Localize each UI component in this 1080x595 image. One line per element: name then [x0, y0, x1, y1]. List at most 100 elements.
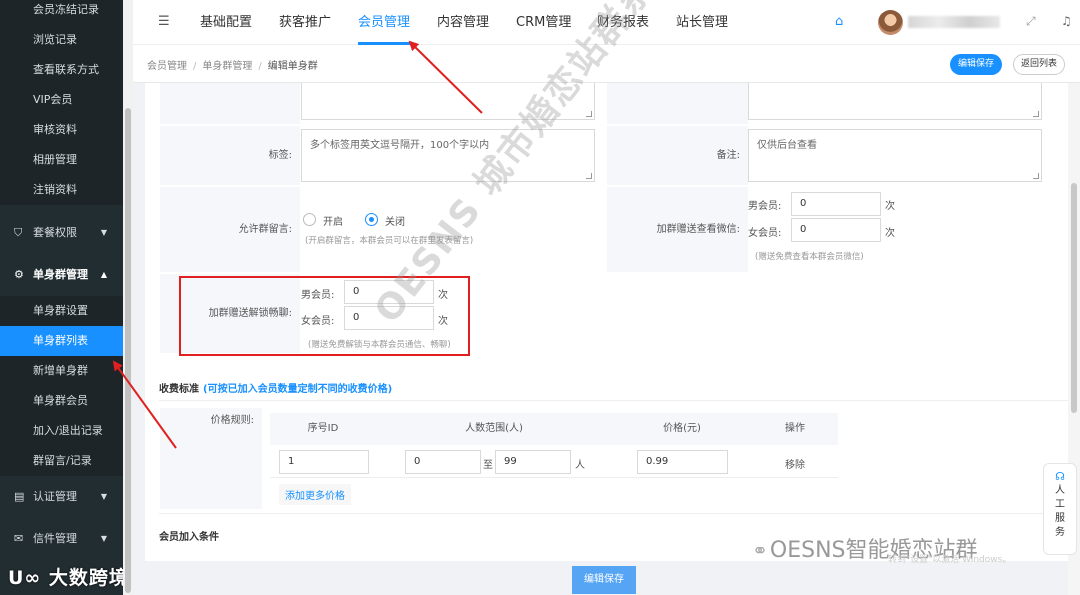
wechat-male-unit: 次 — [885, 201, 895, 212]
wechat-female-input[interactable]: 0 — [791, 218, 881, 242]
sidebar-group-package[interactable]: ⛉ 套餐权限 ▼ — [0, 212, 123, 254]
back-to-list-button[interactable]: 返回列表 — [1013, 54, 1066, 75]
shield-icon: ⛉ — [14, 226, 23, 239]
allow-msg-on-radio[interactable] — [303, 213, 316, 226]
sidebar-single-item-0[interactable]: 单身群设置 — [0, 296, 123, 326]
fee-divider — [159, 400, 1068, 401]
username-blurred[interactable] — [908, 16, 1000, 28]
price-row-max-input[interactable]: 99 — [495, 450, 571, 474]
sidebar-single-item-2[interactable]: 新增单身群 — [0, 356, 123, 386]
join-condition-title: 会员加入条件 — [159, 532, 219, 543]
price-col-action: 操作 — [752, 413, 838, 445]
price-col-range: 人数范围(人) — [376, 413, 612, 445]
sidebar-item-3[interactable]: VIP会员 — [0, 85, 123, 115]
sidebar-item-1[interactable]: 浏览记录 — [0, 25, 123, 55]
sidebar-item-0[interactable]: 会员冻结记录 — [0, 0, 123, 25]
chevron-down-icon: ▼ — [100, 228, 107, 237]
app-root: 会员冻结记录 浏览记录 查看联系方式 VIP会员 审核资料 相册管理 注销资料 ⛉ 套餐权限 … — [0, 0, 1080, 595]
headset-icon[interactable]: ♫ — [1061, 14, 1072, 28]
nav-tab-3[interactable]: 内容管理 — [437, 0, 489, 45]
fullscreen-icon[interactable]: ⤢ — [1026, 14, 1036, 29]
avatar[interactable] — [878, 10, 903, 35]
sidebar-group-mail[interactable]: ✉ 信件管理 ▼ — [0, 518, 123, 560]
allow-msg-off-radio[interactable] — [365, 213, 378, 226]
home-icon[interactable]: ⌂ — [835, 14, 843, 29]
top-navigation: ☰ 基础配置 获客推广 会员管理 内容管理 CRM管理 财务报表 站长管理 ⌂ ⤢ ♫ — [133, 0, 1080, 45]
loop-icon: ᑌ∞ — [8, 567, 42, 589]
menu-toggle-icon[interactable]: ☰ — [158, 14, 170, 29]
sidebar-item-4[interactable]: 审核资料 — [0, 115, 123, 145]
wechat-female-unit: 次 — [885, 228, 895, 239]
tags-textarea[interactable]: 多个标签用英文逗号隔开，100个字以内 — [301, 129, 595, 182]
customer-service-char: 人 — [1055, 485, 1065, 496]
save-button-top[interactable]: 编辑保存 — [950, 54, 1003, 75]
sidebar-item-5[interactable]: 相册管理 — [0, 145, 123, 175]
main-scrollbar-thumb[interactable] — [1071, 183, 1077, 413]
prev-textarea-left[interactable] — [301, 83, 595, 120]
bottom-action-bar: 编辑保存 — [133, 561, 1068, 595]
chevron-down-icon: ▼ — [100, 492, 107, 501]
prev-textarea-right[interactable] — [748, 83, 1042, 120]
sidebar-single-item-5[interactable]: 群留言/记录 — [0, 446, 123, 476]
wechat-male-label: 男会员: — [748, 201, 782, 212]
sidebar-item-6[interactable]: 注销资料 — [0, 175, 123, 205]
breadcrumb-level1[interactable]: 会员管理 — [147, 61, 187, 72]
wechat-female-label: 女会员: — [748, 228, 782, 239]
customer-service-widget[interactable]: ☊ 人工服务 — [1043, 463, 1077, 555]
brand-logo: ᑌ∞ 大数跨境 — [8, 567, 123, 589]
allow-msg-off-text: 关闭 — [385, 217, 405, 228]
nav-tab-1[interactable]: 获客推广 — [279, 0, 331, 45]
label-cell-prev-right — [607, 83, 748, 125]
nav-tab-6[interactable]: 站长管理 — [676, 0, 728, 45]
wechat-hint: (赠送免费查看本群会员微信) — [755, 252, 864, 262]
sidebar-scrollbar-thumb[interactable] — [125, 108, 131, 593]
breadcrumb-bar: 会员管理 / 单身群管理 / 编辑单身群 编辑保存 返回列表 — [133, 45, 1080, 83]
id-card-icon: ▤ — [14, 490, 25, 503]
nav-tab-4[interactable]: CRM管理 — [516, 0, 571, 45]
remark-placeholder: 仅供后台查看 — [757, 140, 817, 151]
breadcrumb-level2[interactable]: 单身群管理 — [202, 61, 252, 72]
price-row-to-text: 至 — [483, 460, 493, 471]
gear-icon: ⚙ — [14, 268, 24, 281]
highlight-box — [179, 276, 470, 356]
price-row-min-input[interactable]: 0 — [405, 450, 481, 474]
sidebar-single-item-3[interactable]: 单身群会员 — [0, 386, 123, 416]
fee-section-note: (可按已加入会员数量定制不同的收费价格) — [203, 384, 393, 395]
customer-service-char: 务 — [1055, 527, 1065, 538]
allow-msg-on-text: 开启 — [323, 217, 343, 228]
nav-tab-2[interactable]: 会员管理 — [358, 0, 411, 45]
sidebar-item-2[interactable]: 查看联系方式 — [0, 55, 123, 85]
remark-textarea[interactable]: 仅供后台查看 — [748, 129, 1042, 182]
save-button-bottom[interactable]: 编辑保存 — [572, 566, 636, 594]
wechat-label: 加群赠送查看微信: — [607, 187, 748, 273]
mail-icon: ✉ — [14, 532, 24, 545]
sidebar-single-item-1[interactable]: 单身群列表 — [0, 326, 123, 356]
sidebar-single-item-4[interactable]: 加入/退出记录 — [0, 416, 123, 446]
allow-msg-hint: (开启群留言，本群会员可以在群里发表留言) — [305, 236, 474, 246]
add-price-link[interactable]: 添加更多价格 — [279, 484, 351, 505]
nav-tab-0[interactable]: 基础配置 — [200, 0, 252, 45]
edit-form-panel: 标签: 多个标签用英文逗号隔开，100个字以内 备注: 仅供后台查看 允许群留言… — [145, 83, 1068, 561]
sidebar-group-single[interactable]: ⚙ 单身群管理 ▲ — [0, 254, 123, 296]
price-row-unit-text: 人 — [575, 460, 585, 471]
price-row-price-input[interactable]: 0.99 — [637, 450, 728, 474]
breadcrumb-current: 编辑单身群 — [267, 61, 318, 72]
allow-msg-label: 允许群留言: — [160, 187, 300, 273]
price-row-divider — [270, 477, 838, 478]
fee-section-title: 收费标准 (可按已加入会员数量定制不同的收费价格) — [159, 384, 393, 395]
join-divider — [159, 513, 1068, 514]
sidebar-group-auth[interactable]: ▤ 认证管理 ▼ — [0, 476, 123, 518]
tags-label: 标签: — [160, 126, 300, 186]
label-cell-prev — [160, 83, 300, 125]
price-row-remove-link[interactable]: 移除 — [785, 456, 805, 471]
wechat-male-input[interactable]: 0 — [791, 192, 881, 216]
sidebar-scrollbar[interactable] — [123, 0, 133, 595]
price-col-id: 序号ID — [270, 413, 376, 445]
price-rule-label: 价格规则: — [160, 408, 262, 510]
price-row-id-input[interactable]: 1 — [279, 450, 369, 474]
remark-label: 备注: — [607, 126, 748, 186]
customer-service-char: 服 — [1055, 513, 1065, 524]
tags-placeholder: 多个标签用英文逗号隔开，100个字以内 — [310, 140, 490, 151]
nav-tab-5[interactable]: 财务报表 — [597, 0, 649, 45]
headset-icon: ☊ — [1055, 470, 1065, 483]
